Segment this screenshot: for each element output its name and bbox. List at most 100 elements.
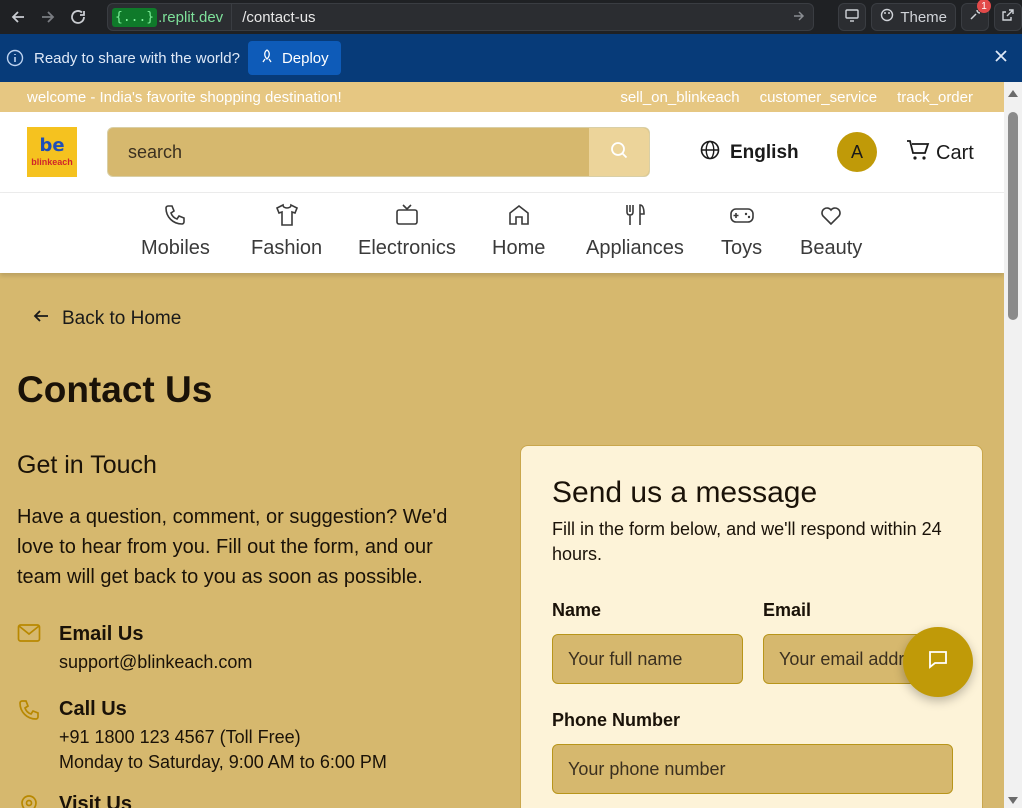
category-beauty[interactable]: Beauty xyxy=(800,201,862,260)
globe-icon xyxy=(700,140,720,166)
phone-label: Phone Number xyxy=(552,710,681,730)
palette-icon xyxy=(880,8,894,26)
shirt-icon xyxy=(273,201,301,229)
contact-content: Back to Home Contact Us Get in Touch Hav… xyxy=(0,273,1004,808)
home-icon xyxy=(505,201,533,229)
category-fashion[interactable]: Fashion xyxy=(251,201,322,260)
mail-icon xyxy=(17,623,41,647)
domain-pill: {...} .replit.dev xyxy=(108,4,233,30)
theme-label: Theme xyxy=(900,8,947,26)
cart-button[interactable]: Cart xyxy=(906,139,974,167)
category-label: Toys xyxy=(721,237,763,259)
scroll-thumb[interactable] xyxy=(1008,112,1018,320)
address-bar[interactable]: {...} .replit.dev /contact-us xyxy=(107,3,814,31)
rocket-icon xyxy=(260,49,274,67)
back-to-home-link[interactable]: Back to Home xyxy=(32,307,181,331)
browser-toolbar: {...} .replit.dev /contact-us Theme 1 xyxy=(0,0,1022,34)
deploy-message: Ready to share with the world? xyxy=(34,49,240,67)
customer-service-link[interactable]: customer_service xyxy=(760,89,878,106)
category-home[interactable]: Home xyxy=(492,201,545,260)
phone-field[interactable]: Your phone number xyxy=(552,744,953,794)
contact-phone: Call Us +91 1800 123 4567 (Toll Free) Mo… xyxy=(17,698,387,775)
site-logo[interactable]: be blinkeach xyxy=(27,127,77,177)
category-electronics[interactable]: Electronics xyxy=(358,201,456,260)
map-pin-icon xyxy=(17,793,41,808)
theme-button[interactable]: Theme xyxy=(871,3,956,31)
deploy-button[interactable]: Deploy xyxy=(247,41,341,75)
avatar[interactable]: A xyxy=(837,132,877,172)
category-label: Beauty xyxy=(800,237,863,259)
search-icon xyxy=(610,141,628,164)
search-button[interactable] xyxy=(589,128,649,176)
chat-button[interactable] xyxy=(903,627,973,697)
category-label: Fashion xyxy=(251,237,323,259)
top-strip: welcome - India's favorite shopping dest… xyxy=(0,82,1004,112)
url-path[interactable]: /contact-us xyxy=(242,9,793,26)
contact-phone-number[interactable]: +91 1800 123 4567 (Toll Free) xyxy=(59,725,387,750)
category-toys[interactable]: Toys xyxy=(721,201,762,260)
language-label: English xyxy=(730,142,799,163)
form-title: Send us a message xyxy=(552,476,818,509)
page-title: Contact Us xyxy=(17,369,213,410)
back-label: Back to Home xyxy=(62,308,182,329)
welcome-text: welcome - India's favorite shopping dest… xyxy=(27,88,342,106)
gamepad-icon xyxy=(728,201,756,229)
contact-title: Call Us xyxy=(59,698,127,720)
contact-title: Visit Us xyxy=(59,793,132,808)
search-input[interactable]: search xyxy=(128,142,589,163)
name-label: Name xyxy=(552,600,602,620)
scroll-up-arrow-icon[interactable] xyxy=(1008,90,1018,97)
category-label: Electronics xyxy=(358,237,456,259)
chat-icon xyxy=(927,649,949,676)
close-icon[interactable] xyxy=(994,49,1008,68)
back-nav-icon[interactable] xyxy=(3,3,33,31)
category-nav: Mobiles Fashion Electronics Home Applian… xyxy=(0,193,1004,273)
name-field[interactable]: Your full name xyxy=(552,634,743,684)
contact-phone-hours: Monday to Saturday, 9:00 AM to 6:00 PM xyxy=(59,752,387,772)
track-order-link[interactable]: track_order xyxy=(897,89,973,106)
devtools-button[interactable] xyxy=(838,3,867,31)
scroll-down-arrow-icon[interactable] xyxy=(1008,797,1018,804)
deploy-button-label: Deploy xyxy=(281,49,329,67)
open-external-button[interactable] xyxy=(994,3,1022,31)
tv-icon xyxy=(393,201,421,229)
cart-icon xyxy=(906,139,930,167)
email-label: Email xyxy=(763,600,812,620)
monitor-icon xyxy=(845,8,860,26)
category-mobiles[interactable]: Mobiles xyxy=(141,201,210,260)
category-label: Mobiles xyxy=(141,237,210,259)
domain-text: .replit.dev xyxy=(158,8,224,26)
site-header: be blinkeach search English A Cart xyxy=(0,112,1004,193)
category-appliances[interactable]: Appliances xyxy=(586,201,684,260)
contact-email-value[interactable]: support@blinkeach.com xyxy=(59,650,252,675)
external-link-icon xyxy=(1001,8,1015,26)
search-bar[interactable]: search xyxy=(107,127,650,177)
forward-nav-icon[interactable] xyxy=(33,3,63,31)
deploy-banner: Ready to share with the world? Deploy xyxy=(0,34,1022,82)
browser-actions: Theme 1 xyxy=(838,0,1022,31)
sell-link[interactable]: sell_on_blinkeach xyxy=(620,89,739,106)
category-label: Home xyxy=(492,237,546,259)
language-selector[interactable]: English xyxy=(700,140,799,166)
reload-icon[interactable] xyxy=(63,3,93,31)
domain-prefix: {...} xyxy=(112,7,158,27)
info-icon xyxy=(6,49,24,67)
contact-email: Email Us support@blinkeach.com xyxy=(17,623,252,675)
top-links: sell_on_blinkeach customer_service track… xyxy=(620,89,973,106)
heart-icon xyxy=(817,201,845,229)
contact-description: Have a question, comment, or suggestion?… xyxy=(17,506,448,588)
logo-mark: be xyxy=(39,135,65,156)
contact-visit: Visit Us xyxy=(17,793,132,808)
get-in-touch-heading: Get in Touch xyxy=(17,451,157,479)
arrow-left-icon xyxy=(32,307,50,331)
contact-title: Email Us xyxy=(59,623,144,645)
page-scrollbar[interactable] xyxy=(1004,82,1022,808)
cart-label: Cart xyxy=(936,141,974,164)
contact-form-card: Send us a message Fill in the form below… xyxy=(520,445,983,808)
go-arrow-icon[interactable] xyxy=(793,10,805,25)
category-label: Appliances xyxy=(586,237,684,259)
phone-icon xyxy=(161,201,189,229)
form-subtitle: Fill in the form below, and we'll respon… xyxy=(552,519,942,564)
tools-button[interactable]: 1 xyxy=(961,0,991,31)
phone-icon xyxy=(17,698,41,722)
